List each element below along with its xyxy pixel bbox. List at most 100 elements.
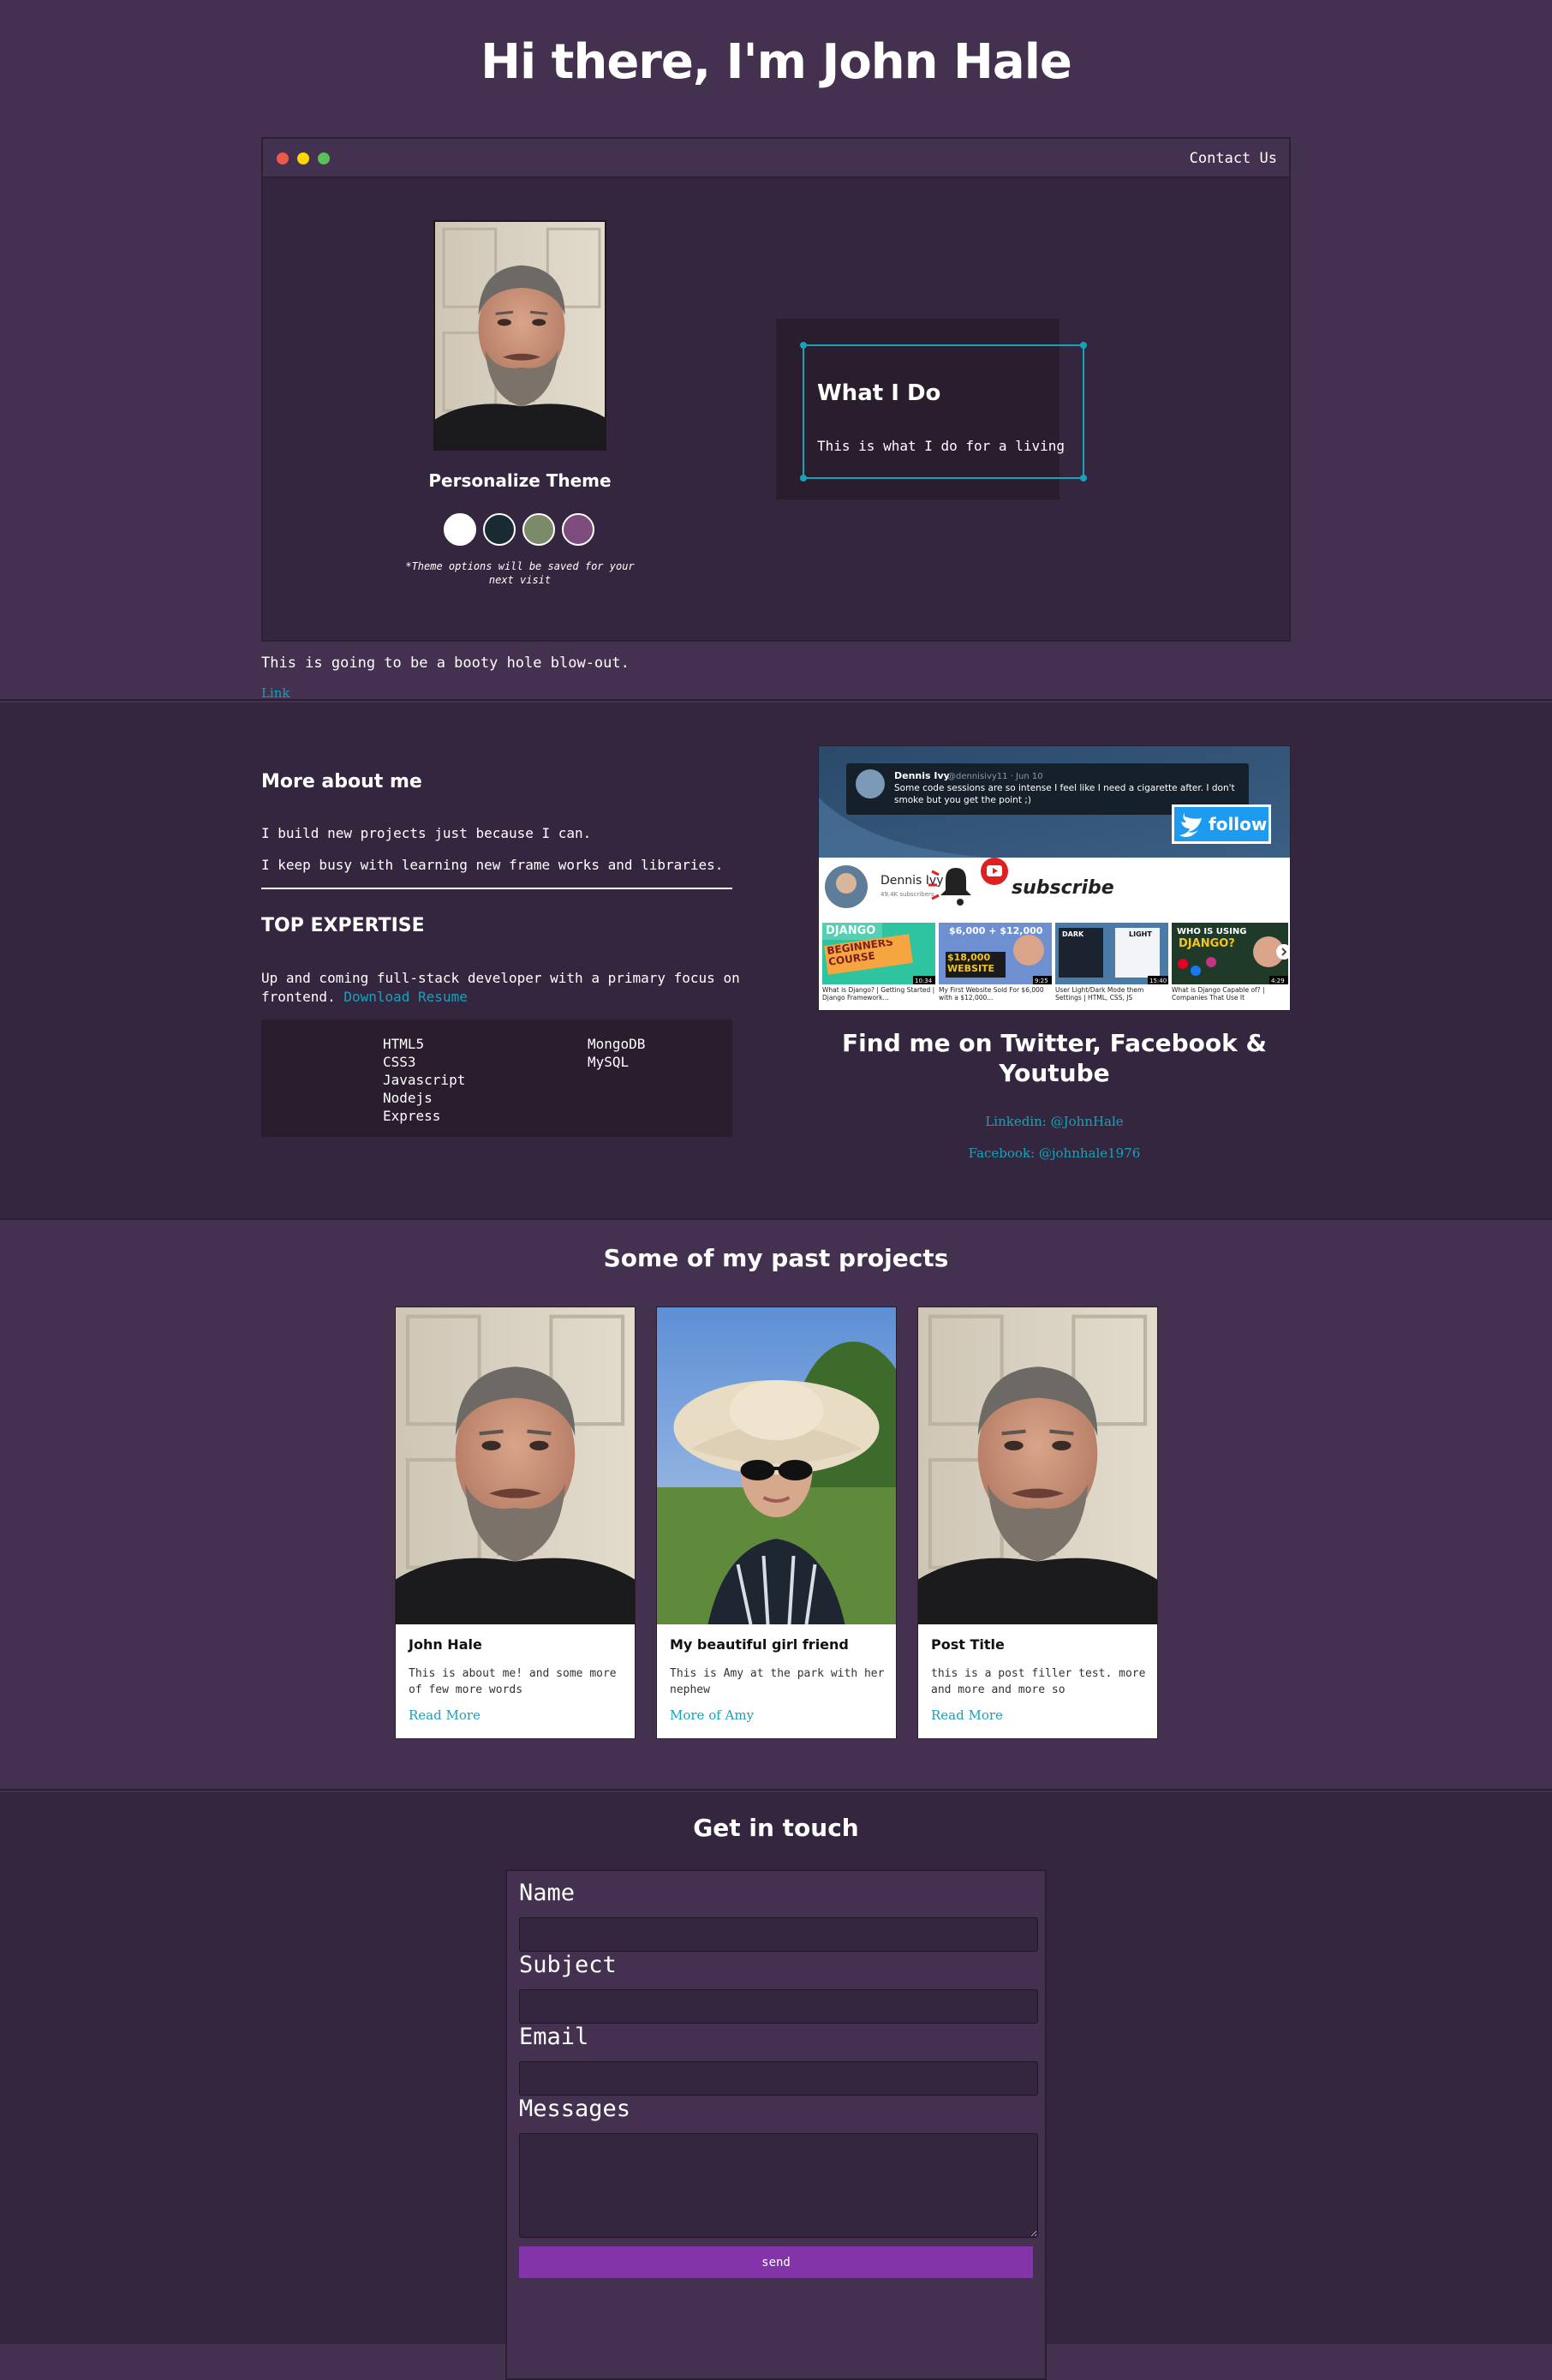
what-i-do-title: What I Do [817, 380, 941, 406]
read-more-link[interactable]: More of Amy [670, 1707, 754, 1723]
project-title: John Hale [409, 1636, 482, 1653]
thumb-mid: BEGINNERS COURSE [827, 940, 894, 968]
intro-text: This is going to be a booty hole blow-ou… [261, 655, 630, 672]
window-titlebar: Contact Us [263, 139, 1289, 178]
video-thumbnail: DJANGO BEGINNERS COURSE 10:34 What is Dj… [822, 923, 935, 1002]
thumb-caption: What is Django? | Getting Started | Djan… [822, 986, 935, 1002]
thumb-mid: DJANGO? [1179, 937, 1235, 950]
skill-item: HTML5 [383, 1036, 425, 1052]
close-dot-icon [277, 152, 289, 164]
follow-label: follow [1209, 814, 1267, 834]
video-thumbnail: $6,000 + $12,000 $18,000 WEBSITE 9:25 My… [939, 923, 1052, 1002]
theme-purple-swatch[interactable] [562, 513, 594, 546]
email-label: Email [519, 2024, 589, 2050]
thumb-time: 4:29 [1271, 978, 1285, 984]
social-title: Find me on Twitter, Facebook & Youtube [842, 1029, 1267, 1087]
email-field[interactable] [519, 2061, 1038, 2096]
name-label: Name [519, 1880, 576, 1906]
theme-light-swatch[interactable] [444, 513, 476, 546]
corner-handle-icon [800, 475, 807, 481]
send-button[interactable]: send [519, 2246, 1033, 2278]
video-thumbnail: DARK LIGHT 15:40 User Light/Dark Mode th… [1055, 923, 1168, 1002]
tweet-text: Some code sessions are so intense I feel… [894, 783, 1235, 805]
project-card: My beautiful girl friend This is Amy at … [656, 1307, 897, 1739]
subject-label: Subject [519, 1952, 617, 1978]
read-more-link[interactable]: Read More [931, 1707, 1003, 1723]
about-title: More about me [261, 771, 422, 792]
thumb-top: WHO IS USING [1177, 927, 1246, 936]
thumb-mid: $18,000 WEBSITE [947, 952, 995, 974]
contact-title: Get in touch [693, 1814, 859, 1842]
thumb-time: 15:40 [1149, 978, 1167, 984]
expertise-title: TOP EXPERTISE [261, 915, 425, 936]
subscribe-label: subscribe [1012, 877, 1114, 899]
skills-list: HTML5 CSS3 Javascript Nodejs Express [383, 1035, 465, 1125]
hero-section: Hi there, I'm John Hale Contact Us Perso… [0, 0, 1552, 701]
project-text: This is about me! and some more of few m… [409, 1667, 617, 1696]
thumb-caption: My First Website Sold For $6,000 with a … [939, 986, 1044, 1002]
expertise-text: Up and coming full-stack developer with … [261, 969, 741, 1007]
skill-item: CSS3 [383, 1054, 416, 1070]
project-image [657, 1307, 896, 1624]
contact-us-link[interactable]: Contact Us [1190, 150, 1277, 167]
skill-item: Javascript [383, 1072, 466, 1088]
thumb-caption: User Light/Dark Mode them Settings | HTM… [1055, 986, 1144, 1002]
thumb-time: 10:34 [915, 978, 933, 984]
corner-handle-icon [800, 342, 807, 349]
project-image [918, 1307, 1157, 1624]
maximize-dot-icon [318, 152, 330, 164]
project-title: Post Title [931, 1636, 1005, 1653]
theme-blue-swatch[interactable] [483, 513, 516, 546]
what-i-do-card: What I Do This is what I do for a living [800, 342, 1087, 481]
project-text: This is Amy at the park with her nephew [670, 1667, 885, 1696]
theme-swatches [444, 513, 615, 547]
linkedin-link[interactable]: Linkedin: @JohnHale [818, 1114, 1291, 1129]
thumb-top: DARK [1062, 930, 1084, 938]
thumb-time: 9:25 [1035, 978, 1048, 984]
about-section: More about me I build new projects just … [0, 703, 1552, 1220]
personalize-theme-title: Personalize Theme [428, 470, 612, 491]
project-card: John Hale This is about me! and some mor… [395, 1307, 636, 1739]
subject-field[interactable] [519, 1989, 1038, 2024]
about-line: I keep busy with learning new frame work… [261, 857, 724, 873]
skills-list: MongoDB MySQL [588, 1035, 645, 1071]
what-i-do-text: This is what I do for a living [817, 438, 1065, 454]
name-field[interactable] [519, 1917, 1038, 1952]
thumb-top: DJANGO [826, 924, 875, 937]
corner-handle-icon [1080, 342, 1087, 349]
expertise-description: Up and coming full-stack developer with … [261, 970, 740, 1005]
project-image [396, 1307, 635, 1624]
browser-window: Contact Us Personalize Theme *Theme opti… [261, 137, 1291, 642]
video-thumbnail: WHO IS USING DJANGO? 4:29 What is Django… [1172, 923, 1288, 1002]
skill-item: Express [383, 1108, 441, 1124]
channel-subs: 49.4K subscribers [880, 891, 934, 898]
thumb-caption: What is Django Capable of? | Companies T… [1172, 986, 1265, 1002]
skill-item: MySQL [588, 1054, 630, 1070]
minimize-dot-icon [297, 152, 309, 164]
project-text: this is a post filler test. more and mor… [931, 1667, 1146, 1696]
social-collage-image: Dennis Ivy @dennisivy11 · Jun 10 Some co… [818, 745, 1291, 1011]
messages-label: Messages [519, 2096, 631, 2122]
read-more-link[interactable]: Read More [409, 1707, 481, 1723]
tweet-handle: @dennisivy11 · Jun 10 [947, 772, 1043, 781]
messages-field[interactable] [519, 2133, 1038, 2238]
project-card: Post Title this is a post filler test. m… [917, 1307, 1158, 1739]
project-title: My beautiful girl friend [670, 1636, 849, 1653]
about-line: I build new projects just because I can. [261, 825, 592, 841]
contact-form: Name Subject Email Messages send [505, 1869, 1047, 2380]
page-title: Hi there, I'm John Hale [481, 34, 1072, 90]
facebook-link[interactable]: Facebook: @johnhale1976 [818, 1145, 1291, 1161]
corner-handle-icon [1080, 475, 1087, 481]
contact-section: Get in touch Name Subject Email Messages… [0, 1792, 1552, 2380]
download-resume-link[interactable]: Download Resume [343, 989, 468, 1005]
tweet-author: Dennis Ivy [894, 770, 950, 781]
skills-box: HTML5 CSS3 Javascript Nodejs Express Mon… [261, 1020, 732, 1137]
profile-photo [433, 220, 606, 451]
intro-link[interactable]: Link [261, 685, 290, 701]
theme-green-swatch[interactable] [522, 513, 555, 546]
theme-note: *Theme options will be saved for your ne… [405, 560, 635, 586]
divider [261, 888, 732, 889]
projects-section: Some of my past projects John Hale This … [0, 1222, 1552, 1791]
projects-title: Some of my past projects [603, 1244, 949, 1272]
skill-item: MongoDB [588, 1036, 646, 1052]
